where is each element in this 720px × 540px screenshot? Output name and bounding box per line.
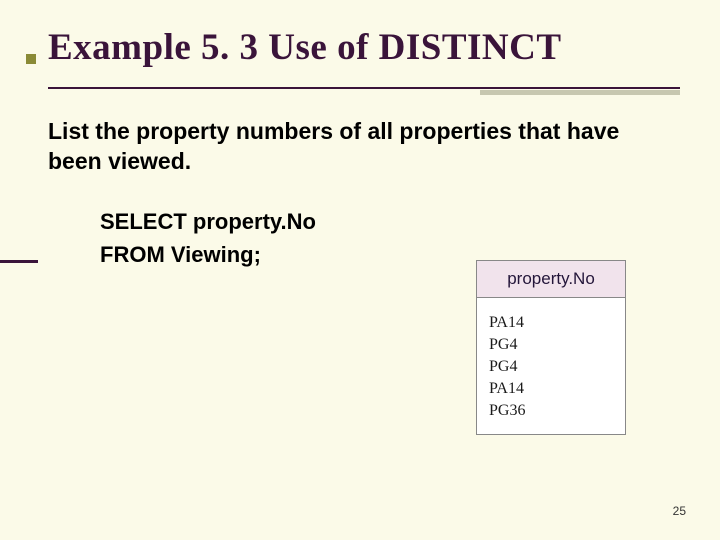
rule-line: [48, 87, 680, 89]
table-row: PA14: [477, 298, 626, 335]
title-block: Example 5. 3 Use of DISTINCT: [48, 26, 672, 89]
cell-propertyno: PA14: [477, 378, 626, 400]
table-header-row: property.No: [477, 261, 626, 298]
page-number: 25: [673, 504, 686, 518]
cell-propertyno: PG4: [477, 334, 626, 356]
cell-propertyno: PA14: [477, 298, 626, 335]
rule-shadow: [480, 90, 680, 95]
slide-title: Example 5. 3 Use of DISTINCT: [48, 26, 672, 69]
table-row: PG4: [477, 356, 626, 378]
side-accent-bar: [0, 260, 38, 263]
col-header-propertyno: property.No: [477, 261, 626, 298]
slide: Example 5. 3 Use of DISTINCT List the pr…: [0, 0, 720, 540]
table-row: PA14: [477, 378, 626, 400]
title-rule: [48, 87, 672, 89]
cell-propertyno: PG4: [477, 356, 626, 378]
result-table: property.No PA14 PG4 PG4 PA14 PG36: [476, 260, 626, 435]
cell-propertyno: PG36: [477, 400, 626, 435]
title-bullet-icon: [26, 54, 36, 64]
table-row: PG36: [477, 400, 626, 435]
table-row: PG4: [477, 334, 626, 356]
question-text: List the property numbers of all propert…: [48, 117, 672, 177]
sql-line-1: SELECT property.No: [100, 205, 672, 238]
